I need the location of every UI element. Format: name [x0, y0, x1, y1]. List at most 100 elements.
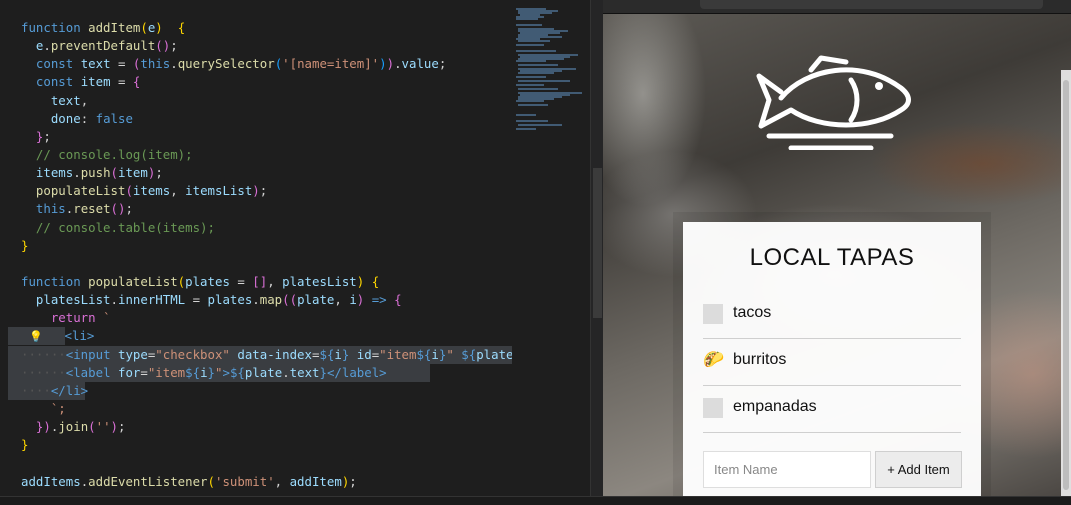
- code-token: {: [371, 273, 380, 289]
- item-label[interactable]: burritos: [733, 351, 786, 369]
- code-line[interactable]: items.push(item);: [0, 164, 512, 182]
- code-token: for: [117, 364, 141, 380]
- code-line[interactable]: }: [0, 436, 512, 454]
- code-token: "item: [379, 346, 417, 362]
- code-line[interactable]: 💡 <li>: [0, 327, 512, 346]
- list-item[interactable]: 🌮 burritos: [703, 339, 961, 386]
- code-token: return: [50, 310, 96, 326]
- code-line[interactable]: return `: [0, 309, 512, 327]
- page-scrollbar[interactable]: [1061, 70, 1071, 496]
- code-token: itemsList: [185, 183, 253, 199]
- code-line[interactable]: // console.table(items);: [0, 219, 512, 237]
- code-token: }: [21, 437, 29, 453]
- add-item-button[interactable]: + Add Item: [875, 451, 962, 488]
- code-line[interactable]: const text = (this.querySelector('[name=…: [0, 55, 512, 73]
- code-line[interactable]: platesList.innerHTML = plates.map((plate…: [0, 291, 512, 309]
- code-token: item: [118, 165, 148, 181]
- minimap-line: [516, 120, 548, 122]
- editor-scrollbar[interactable]: [590, 0, 603, 496]
- code-line[interactable]: this.reset();: [0, 200, 512, 218]
- code-line[interactable]: text,: [0, 92, 512, 110]
- code-token: ): [155, 20, 163, 35]
- code-line[interactable]: // console.log(item);: [0, 146, 512, 164]
- editor-scroll-thumb[interactable]: [593, 168, 602, 318]
- code-token: querySelector: [177, 56, 275, 72]
- code-line[interactable]: };: [0, 128, 512, 146]
- code-token: data-index: [229, 346, 312, 362]
- minimap-line: [518, 88, 558, 90]
- item-name-input[interactable]: [703, 451, 871, 488]
- code-token: function: [21, 20, 89, 35]
- code-line[interactable]: `;: [0, 400, 512, 418]
- code-line[interactable]: populateList(items, itemsList);: [0, 182, 512, 200]
- code-line[interactable]: [0, 255, 512, 273]
- code-line[interactable]: function populateList(plates = [], plate…: [0, 273, 512, 291]
- code-token: ): [379, 56, 387, 72]
- code-token: i: [431, 346, 439, 362]
- code-token: addItems: [21, 473, 81, 489]
- code-line[interactable]: ······<label for="item${i}">${plate.text…: [0, 363, 512, 382]
- code-token: const: [35, 74, 81, 90]
- code-token: populateList: [35, 183, 126, 199]
- code-token: =: [185, 292, 208, 308]
- code-token: (): [155, 38, 171, 54]
- code-line[interactable]: addItems.addEventListener('submit', addI…: [0, 473, 512, 491]
- list-item[interactable]: empanadas: [703, 386, 961, 433]
- code-token: (: [207, 473, 215, 489]
- browser-preview: LOCAL TAPAS tacos 🌮 burritos empanadas +…: [603, 0, 1071, 496]
- code-token: ;: [155, 165, 163, 181]
- code-editor[interactable]: function addItem(e) { e.preventDefault()…: [0, 0, 512, 496]
- minimap-line: [516, 18, 538, 20]
- code-line[interactable]: [0, 454, 512, 472]
- code-token: done: [50, 110, 81, 126]
- code-token: =: [110, 74, 133, 90]
- code-line[interactable]: function addItem(e) {: [0, 19, 512, 37]
- minimap[interactable]: [512, 0, 590, 496]
- list-item[interactable]: tacos: [703, 292, 961, 339]
- code-token: ;: [118, 419, 126, 435]
- code-line[interactable]: const item = {: [0, 73, 512, 91]
- code-token: preventDefault: [50, 38, 156, 54]
- code-token: this: [140, 56, 171, 72]
- item-label[interactable]: empanadas: [733, 398, 817, 416]
- minimap-line: [518, 40, 550, 42]
- code-token: ${: [319, 346, 335, 362]
- code-line[interactable]: }).join('');: [0, 418, 512, 436]
- minimap-line: [516, 44, 544, 46]
- taco-icon[interactable]: 🌮: [703, 349, 724, 371]
- code-token: '': [95, 419, 111, 435]
- code-token: // console.table(items);: [35, 219, 215, 235]
- code-token: (: [125, 183, 133, 199]
- item-checkbox[interactable]: [703, 304, 723, 324]
- code-lines[interactable]: function addItem(e) { e.preventDefault()…: [0, 19, 512, 491]
- code-token: function: [21, 273, 89, 289]
- code-token: ····: [21, 382, 51, 398]
- page-scroll-thumb[interactable]: [1063, 80, 1069, 490]
- code-token: ;: [170, 38, 178, 54]
- code-token: }): [35, 419, 51, 435]
- code-line[interactable]: e.preventDefault();: [0, 37, 512, 55]
- code-line[interactable]: done: false: [0, 110, 512, 128]
- code-token: .: [43, 38, 51, 54]
- minimap-line: [518, 80, 570, 82]
- code-token: []: [252, 273, 268, 289]
- code-line[interactable]: ······<input type="checkbox" data-index=…: [0, 345, 512, 364]
- address-bar[interactable]: [700, 0, 1043, 9]
- tapas-card: LOCAL TAPAS tacos 🌮 burritos empanadas +…: [683, 222, 981, 496]
- code-token: "checkbox": [155, 346, 230, 362]
- item-checkbox[interactable]: [703, 398, 723, 418]
- code-token: ${: [229, 364, 245, 380]
- minimap-line: [516, 84, 544, 86]
- code-line[interactable]: }: [0, 237, 512, 255]
- code-token: (: [140, 20, 148, 35]
- code-line[interactable]: ····</li>: [0, 381, 512, 400]
- minimap-line: [516, 100, 544, 102]
- code-token: items: [132, 183, 171, 199]
- item-label[interactable]: tacos: [733, 304, 771, 322]
- code-token: text: [289, 364, 320, 380]
